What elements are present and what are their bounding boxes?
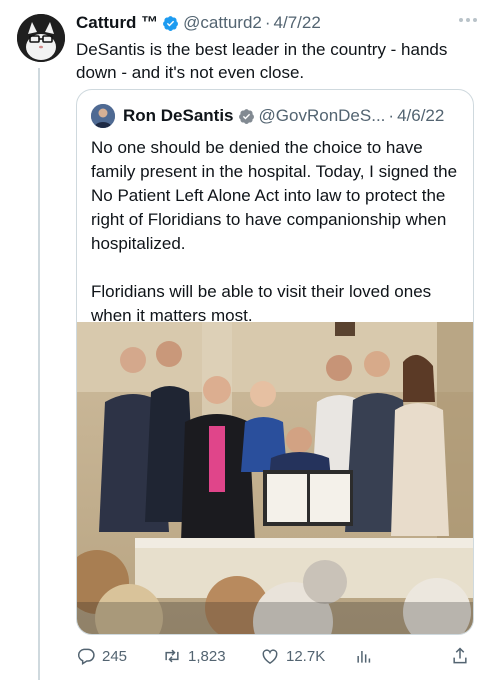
share-button[interactable] [450, 646, 476, 666]
quoted-tweet-card[interactable]: Ron DeSantis @GovRonDeS... · 4/6/22 No o… [76, 89, 474, 635]
quoted-tweet-text: No one should be denied the choice to ha… [91, 138, 458, 325]
thread-connector-line [38, 68, 40, 680]
cat-avatar-icon [17, 14, 65, 62]
analytics-icon [357, 651, 371, 663]
like-count: 12.7K [286, 647, 326, 665]
verified-badge-icon [238, 108, 254, 124]
verified-badge-icon [163, 15, 179, 31]
reply-icon [77, 648, 95, 666]
avatar[interactable] [17, 14, 65, 62]
heart-icon [262, 649, 278, 664]
tweet-actions-bar: 245 1,823 12.7K [76, 641, 476, 671]
reply-count: 245 [102, 647, 128, 665]
author-name[interactable]: Catturd ™ [76, 13, 158, 33]
tweet-date[interactable]: 4/7/22 [274, 13, 321, 33]
person-avatar-icon [91, 104, 115, 128]
retweet-button[interactable]: 1,823 [162, 646, 260, 666]
quoted-author-handle[interactable]: @GovRonDeS... [259, 106, 386, 126]
retweet-icon [165, 649, 179, 663]
tweet-text: DeSantis is the best leader in the count… [76, 40, 448, 82]
author-handle[interactable]: @catturd2 [183, 13, 262, 33]
bill-signing-photo[interactable] [77, 322, 473, 634]
share-icon [453, 647, 467, 664]
quoted-tweet-header: Ron DeSantis @GovRonDeS... · 4/6/22 [91, 104, 463, 128]
tweet-header: Catturd ™ @catturd2 · 4/7/22 [76, 12, 478, 34]
reply-button[interactable]: 245 [76, 646, 162, 666]
date-separator: · [264, 13, 271, 32]
more-options-icon[interactable] [458, 14, 478, 28]
like-button[interactable]: 12.7K [260, 646, 354, 666]
bill-signing-photo-image [77, 322, 473, 634]
date-separator: · [388, 106, 395, 125]
views-button[interactable] [354, 646, 448, 666]
quoted-author-name[interactable]: Ron DeSantis [123, 106, 234, 126]
quoted-tweet-date[interactable]: 4/6/22 [397, 106, 444, 126]
quoted-avatar [91, 104, 115, 128]
retweet-count: 1,823 [188, 647, 226, 665]
